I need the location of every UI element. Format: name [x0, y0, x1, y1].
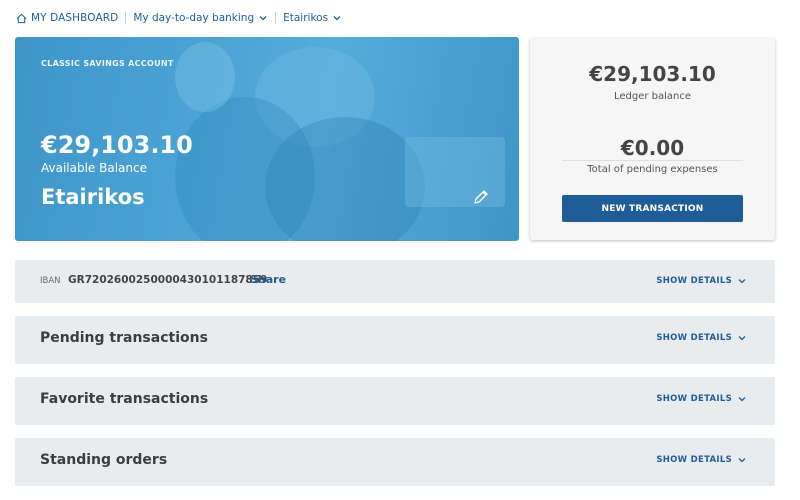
balance-summary-card: €29,103.10 Ledger balance €0.00 Total of… [530, 38, 775, 240]
pending-show-details-button[interactable]: SHOW DETAILS [656, 333, 747, 343]
breadcrumb-account-label: Etairikos [283, 12, 329, 24]
breadcrumb-account[interactable]: Etairikos [283, 12, 342, 24]
ledger-balance-amount: €29,103.10 [589, 62, 716, 86]
chevron-down-icon [333, 16, 341, 21]
pencil-icon[interactable] [471, 187, 491, 207]
breadcrumb-home[interactable]: MY DASHBOARD [16, 12, 118, 24]
standing-orders-row: Standing orders SHOW DETAILS [15, 438, 775, 486]
show-details-label: SHOW DETAILS [656, 276, 732, 286]
account-nickname: Etairikos [41, 185, 145, 209]
available-balance-label: Available Balance [41, 161, 147, 175]
section-title: Pending transactions [40, 330, 208, 346]
available-balance: €29,103.10 [41, 131, 193, 159]
show-details-label: SHOW DETAILS [656, 333, 732, 343]
summary-divider [562, 160, 743, 161]
show-details-label: SHOW DETAILS [656, 394, 732, 404]
chevron-down-icon [738, 336, 746, 341]
favorite-show-details-button[interactable]: SHOW DETAILS [656, 394, 747, 404]
standing-show-details-button[interactable]: SHOW DETAILS [656, 455, 747, 465]
chevron-down-icon [738, 397, 746, 402]
new-transaction-button[interactable]: NEW TRANSACTION [562, 195, 743, 222]
breadcrumb-divider [275, 12, 277, 24]
iban-label: IBAN [40, 276, 61, 286]
pending-expenses-amount: €0.00 [620, 136, 685, 160]
iban-show-details-button[interactable]: SHOW DETAILS [656, 276, 747, 286]
account-card: CLASSIC SAVINGS ACCOUNT €29,103.10 Avail… [15, 37, 519, 241]
show-details-label: SHOW DETAILS [656, 455, 732, 465]
iban-row: IBAN GR7202600250000430101187859 Share S… [15, 260, 775, 303]
chevron-down-icon [738, 279, 746, 284]
account-type: CLASSIC SAVINGS ACCOUNT [41, 59, 174, 68]
breadcrumb: MY DASHBOARD My day-to-day banking Etair… [16, 10, 342, 26]
share-iban-link[interactable]: Share [250, 273, 286, 286]
favorite-transactions-row: Favorite transactions SHOW DETAILS [15, 377, 775, 425]
ledger-balance-label: Ledger balance [613, 91, 692, 102]
home-icon [16, 13, 27, 23]
breadcrumb-section[interactable]: My day-to-day banking [133, 12, 268, 24]
breadcrumb-section-label: My day-to-day banking [133, 12, 255, 24]
pending-transactions-row: Pending transactions SHOW DETAILS [15, 316, 775, 364]
iban-value: GR7202600250000430101187859 [68, 274, 268, 286]
breadcrumb-divider [125, 12, 127, 24]
pending-expenses-label: Total of pending expenses [587, 164, 718, 175]
section-title: Favorite transactions [40, 391, 209, 407]
section-title: Standing orders [40, 452, 168, 468]
chevron-down-icon [738, 458, 746, 463]
breadcrumb-home-label: MY DASHBOARD [31, 12, 119, 24]
chevron-down-icon [259, 16, 267, 21]
